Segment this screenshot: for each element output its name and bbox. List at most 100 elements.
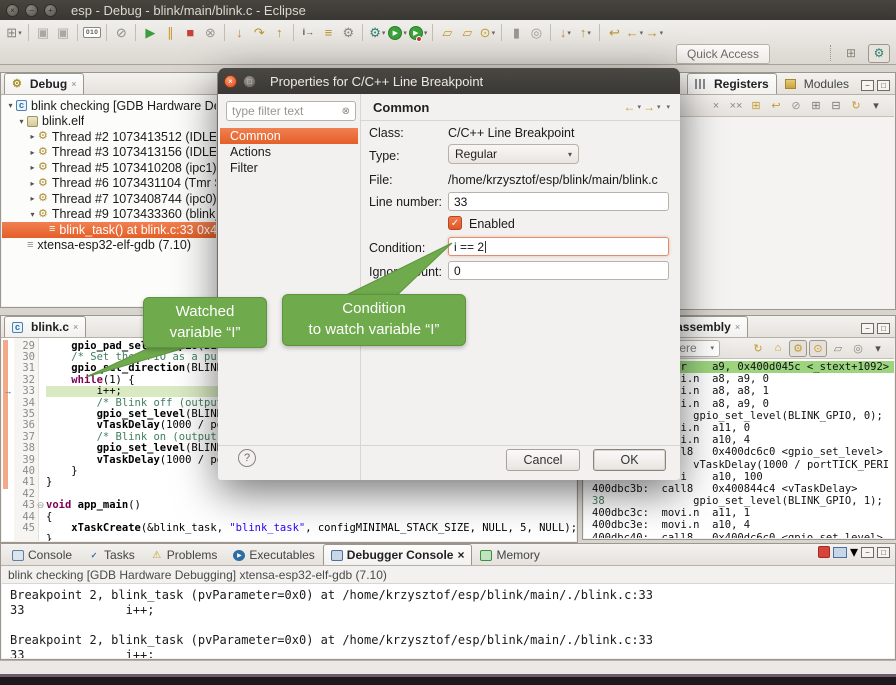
- restore-default-icon[interactable]: ↩: [767, 97, 785, 114]
- tab-blink-c[interactable]: c blink.c ×: [4, 316, 86, 337]
- step-over-button[interactable]: ↷: [250, 23, 268, 43]
- pin-view-icon[interactable]: ◎: [849, 340, 867, 357]
- collapse-all-icon[interactable]: ⊟: [827, 97, 845, 114]
- window-close-button[interactable]: ×: [6, 4, 19, 17]
- close-icon[interactable]: ×: [457, 548, 464, 562]
- window-maximize-button[interactable]: +: [44, 4, 57, 17]
- tree-expander-icon[interactable]: ▸: [27, 179, 38, 188]
- debug-tree-row[interactable]: ≡blink_task() at blink.c:33 0x400dbc2a: [2, 222, 216, 238]
- close-icon[interactable]: ×: [735, 322, 740, 332]
- remove-selected-icon[interactable]: ×: [707, 97, 725, 114]
- debug-tree-row[interactable]: ▸⚙Thread #6 1073431104 (Tmr Svc) (Suspen…: [2, 176, 216, 192]
- show-console-button[interactable]: ≡: [319, 23, 337, 43]
- refresh-view-icon[interactable]: ↻: [749, 340, 767, 357]
- terminate-button[interactable]: ■: [181, 23, 199, 43]
- last-edit-location-button[interactable]: ↩: [605, 23, 623, 43]
- debug-tree-row[interactable]: ▸⚙Thread #5 1073410208 (ipc1) (Suspended…: [2, 160, 216, 176]
- condition-field[interactable]: i == 2: [448, 237, 669, 256]
- type-dropdown[interactable]: Regular ▾: [448, 144, 579, 164]
- debug-button[interactable]: ⚙▾: [368, 23, 386, 43]
- forward-icon[interactable]: →: [643, 100, 655, 114]
- stop-button[interactable]: [818, 546, 830, 558]
- dialog-close-button[interactable]: ×: [224, 75, 237, 88]
- display-selected-console-button[interactable]: [833, 547, 847, 558]
- external-tools-button[interactable]: ▶▾: [409, 23, 428, 43]
- window-minimize-button[interactable]: −: [25, 4, 38, 17]
- pointer-disabled-icon[interactable]: ⊘: [787, 97, 805, 114]
- home-icon[interactable]: ⌂: [769, 340, 787, 357]
- clear-filter-icon[interactable]: ⊗: [342, 106, 350, 117]
- cancel-button[interactable]: Cancel: [506, 449, 580, 471]
- forward-button[interactable]: →▾: [645, 23, 663, 43]
- console-output[interactable]: Breakpoint 2, blink_task (pvParameter=0x…: [2, 584, 894, 658]
- tab-debug[interactable]: ⚙ Debug ×: [4, 73, 84, 94]
- tab-executables[interactable]: ▶Executables: [225, 544, 322, 565]
- debug-tree-row[interactable]: ▸⚙Thread #2 1073413512 (IDLE : Running): [2, 129, 216, 145]
- new-wizard-button[interactable]: ⊞▾: [5, 23, 23, 43]
- minimize-icon[interactable]: −: [861, 80, 874, 91]
- tab-registers[interactable]: Registers: [687, 73, 777, 94]
- quick-access-button[interactable]: Quick Access: [676, 44, 770, 64]
- step-return-button[interactable]: ↑: [270, 23, 288, 43]
- search-button[interactable]: ⊙▾: [478, 23, 496, 43]
- add-register-group-icon[interactable]: ⊞: [747, 97, 765, 114]
- minimize-icon[interactable]: −: [861, 323, 874, 334]
- tab-tasks[interactable]: ✓Tasks: [80, 544, 143, 565]
- skip-all-breakpoints-button[interactable]: ⊘: [112, 23, 130, 43]
- mark-occurrences-button[interactable]: ▮: [507, 23, 525, 43]
- debug-tree-row[interactable]: ▾blink.elf: [2, 114, 216, 130]
- sync-with-pc-icon[interactable]: ⚙: [789, 340, 807, 357]
- instruction-stepping-button[interactable]: i→: [299, 23, 317, 43]
- binary-file-button[interactable]: 010: [83, 23, 101, 43]
- maximize-icon[interactable]: □: [877, 80, 890, 91]
- close-icon[interactable]: ×: [71, 79, 76, 89]
- tree-expander-icon[interactable]: ▾: [27, 210, 38, 219]
- chevron-down-icon[interactable]: ▾: [850, 542, 858, 562]
- debug-tree-row[interactable]: ≡xtensa-esp32-elf-gdb (7.10): [2, 238, 216, 254]
- debug-perspective-button[interactable]: ⚙: [868, 44, 890, 63]
- view-menu-chevron[interactable]: ▾: [869, 340, 887, 357]
- enabled-checkbox[interactable]: ✓: [448, 216, 462, 230]
- help-button[interactable]: ?: [238, 449, 256, 467]
- resume-button[interactable]: ▶: [141, 23, 159, 43]
- open-folder-button[interactable]: ▱: [458, 23, 476, 43]
- back-button[interactable]: ←▾: [625, 23, 643, 43]
- tree-expander-icon[interactable]: ▸: [27, 132, 38, 141]
- tree-expander-icon[interactable]: ▾: [5, 101, 16, 110]
- debug-tree-row[interactable]: ▾⚙Thread #9 1073433360 (blink_task : Sus…: [2, 207, 216, 223]
- dialog-nav-common[interactable]: Common: [220, 128, 358, 144]
- link-editor-button[interactable]: ◎: [527, 23, 545, 43]
- dialog-nav-actions[interactable]: Actions: [220, 144, 358, 160]
- minimize-icon[interactable]: −: [861, 547, 874, 558]
- use-step-filters-button[interactable]: ⚙: [339, 23, 357, 43]
- close-icon[interactable]: ×: [73, 322, 78, 332]
- tab-memory[interactable]: Memory: [472, 544, 547, 565]
- disconnect-button[interactable]: ⊗: [201, 23, 219, 43]
- run-button[interactable]: ▶▾: [388, 23, 407, 43]
- save-all-button[interactable]: ▣: [54, 23, 72, 43]
- expand-all-icon[interactable]: ⊞: [807, 97, 825, 114]
- maximize-icon[interactable]: □: [877, 547, 890, 558]
- open-perspective-button[interactable]: ⊞: [840, 44, 862, 63]
- previous-annotation-button[interactable]: ↑▾: [576, 23, 594, 43]
- next-annotation-button[interactable]: ↓▾: [556, 23, 574, 43]
- tab-problems[interactable]: ⚠Problems: [143, 544, 226, 565]
- tree-expander-icon[interactable]: ▾: [16, 117, 27, 126]
- line-number-field[interactable]: 33: [448, 192, 669, 211]
- suspend-button[interactable]: ∥: [161, 23, 179, 43]
- tab-debugger-console[interactable]: Debugger Console×: [323, 544, 473, 565]
- refresh-icon[interactable]: ↻: [847, 97, 865, 114]
- debug-tree-row[interactable]: ▸⚙Thread #3 1073413156 (IDLE) (Suspended…: [2, 145, 216, 161]
- remove-all-icon[interactable]: ××: [727, 97, 745, 114]
- back-icon[interactable]: ←: [623, 100, 635, 114]
- debug-tree-row[interactable]: ▸⚙Thread #7 1073408744 (ipc0) (Suspended…: [2, 191, 216, 207]
- dialog-nav-filter[interactable]: Filter: [220, 160, 358, 176]
- tree-expander-icon[interactable]: ▸: [27, 163, 38, 172]
- step-into-button[interactable]: ↓: [230, 23, 248, 43]
- ignore-count-field[interactable]: 0: [448, 261, 669, 280]
- maximize-icon[interactable]: □: [877, 323, 890, 334]
- tab-console[interactable]: Console: [4, 544, 80, 565]
- dialog-restore-button[interactable]: □: [243, 75, 256, 88]
- filter-input[interactable]: type filter text ⊗: [226, 101, 356, 121]
- link-with-debug-context-icon[interactable]: ⊙: [809, 340, 827, 357]
